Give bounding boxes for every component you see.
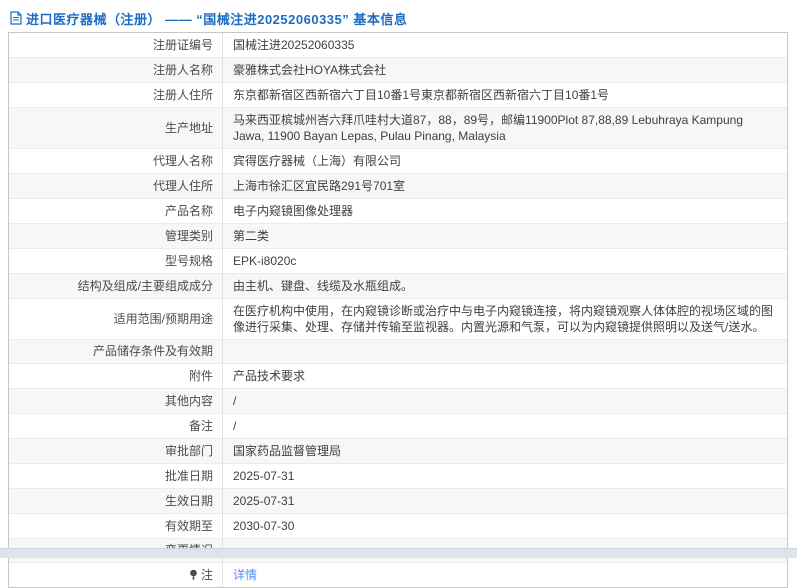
row-value: 2030-07-30 [223,514,787,538]
page-title: 进口医疗器械（注册） —— “国械注进20252060335” 基本信息 [26,9,407,28]
row-label: 有效期至 [165,519,213,534]
row-label: 附件 [189,369,213,384]
details-link[interactable]: 详情 [233,567,257,583]
page: { "header": { "icon": "document-icon", "… [0,0,797,558]
row-label: 注册证编号 [153,38,213,53]
row-label: 产品储存条件及有效期 [93,344,213,359]
table-row: 备注 / [9,414,787,439]
row-value: 宾得医疗器械（上海）有限公司 [223,149,787,173]
row-value: / [223,414,787,438]
table-row: 适用范围/预期用途 在医疗机构中使用，在内窥镜诊断或治疗中与电子内窥镜连接，将内… [9,299,787,340]
table-row: 结构及组成/主要组成成分 由主机、键盘、线缆及水瓶组成。 [9,274,787,299]
table-row: 有效期至 2030-07-30 [9,514,787,539]
row-value: 豪雅株式会社HOYA株式会社 [223,58,787,82]
document-icon [10,11,22,25]
row-label: 产品名称 [165,204,213,219]
row-value: 2025-07-31 [223,489,787,513]
table-row: 生产地址 马来西亚槟城州峇六拜爪哇村大道87，88，89号，邮编11900Plo… [9,108,787,149]
row-value: 详情 [223,563,787,587]
table-row: 型号规格 EPK-i8020c [9,249,787,274]
footer-strip [0,548,797,558]
table-row: 批准日期 2025-07-31 [9,464,787,489]
row-value: 国家药品监督管理局 [223,439,787,463]
row-label: 注册人名称 [153,63,213,78]
table-row: 代理人名称 宾得医疗器械（上海）有限公司 [9,149,787,174]
row-label: 注册人住所 [153,88,213,103]
row-label: 审批部门 [165,444,213,459]
table-row: 代理人住所 上海市徐汇区宜民路291号701室 [9,174,787,199]
table-row: 附件 产品技术要求 [9,364,787,389]
table-row: 注册人名称 豪雅株式会社HOYA株式会社 [9,58,787,83]
table-row: 注册证编号 国械注进20252060335 [9,33,787,58]
row-value: 东京都新宿区西新宿六丁目10番1号東京都新宿区西新宿六丁目10番1号 [223,83,787,107]
row-value: / [223,389,787,413]
row-label: 型号规格 [165,254,213,269]
row-label: 备注 [189,419,213,434]
row-value: 电子内窥镜图像处理器 [223,199,787,223]
row-label: 代理人住所 [153,179,213,194]
info-table: 注册证编号 国械注进20252060335 注册人名称 豪雅株式会社HOYA株式… [8,32,788,588]
row-label: 适用范围/预期用途 [114,312,213,327]
row-label: 代理人名称 [153,154,213,169]
row-label: 批准日期 [165,469,213,484]
row-label: 结构及组成/主要组成成分 [78,279,213,294]
table-row: 审批部门 国家药品监督管理局 [9,439,787,464]
row-label: 生效日期 [165,494,213,509]
row-value: 第二类 [223,224,787,248]
table-row: 注 详情 [9,563,787,587]
table-row: 产品名称 电子内窥镜图像处理器 [9,199,787,224]
row-value: EPK-i8020c [223,249,787,273]
row-value [223,340,787,363]
row-value: 上海市徐汇区宜民路291号701室 [223,174,787,198]
row-value: 马来西亚槟城州峇六拜爪哇村大道87，88，89号，邮编11900Plot 87,… [223,108,787,148]
row-value: 国械注进20252060335 [223,33,787,57]
row-value: 在医疗机构中使用，在内窥镜诊断或治疗中与电子内窥镜连接，将内窥镜观察人体体腔的视… [223,299,787,339]
row-label: 其他内容 [165,394,213,409]
row-label: 管理类别 [165,229,213,244]
page-header: 进口医疗器械（注册） —— “国械注进20252060335” 基本信息 [10,8,407,28]
table-row: 管理类别 第二类 [9,224,787,249]
table-row: 其他内容 / [9,389,787,414]
row-value: 2025-07-31 [223,464,787,488]
row-label: 注 [201,568,213,583]
row-value: 由主机、键盘、线缆及水瓶组成。 [223,274,787,298]
table-row: 注册人住所 东京都新宿区西新宿六丁目10番1号東京都新宿区西新宿六丁目10番1号 [9,83,787,108]
table-row: 产品储存条件及有效期 [9,340,787,364]
row-value: 产品技术要求 [223,364,787,388]
note-icon [189,569,198,581]
table-row: 生效日期 2025-07-31 [9,489,787,514]
row-label: 生产地址 [165,121,213,136]
